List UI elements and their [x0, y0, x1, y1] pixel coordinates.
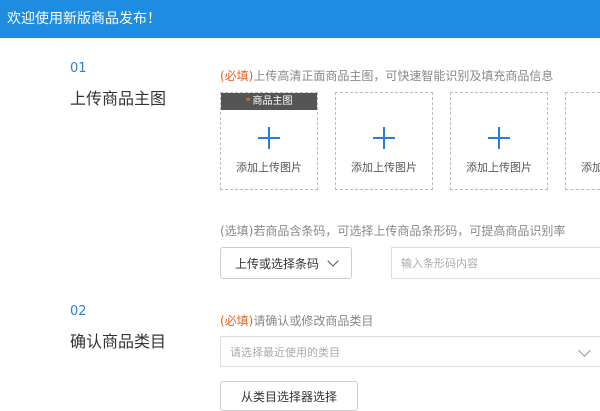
plus-icon — [488, 127, 510, 149]
main-image-tag: * 商品主图 — [221, 93, 317, 110]
step1-hint: (必填)上传高清正面商品主图，可快速智能识别及填充商品信息 — [220, 67, 553, 84]
welcome-banner: 欢迎使用新版商品发布！ — [0, 0, 600, 38]
category-select[interactable]: 请选择最近使用的类目 — [220, 336, 600, 367]
upload-label: 添加上传图片 — [581, 161, 600, 174]
barcode-select-button[interactable]: 上传或选择条码 — [220, 247, 352, 279]
main-image-upload[interactable]: * 商品主图 添加上传图片 — [220, 92, 318, 190]
plus-icon — [258, 127, 280, 149]
chevron-down-icon — [327, 255, 339, 267]
image-upload-4[interactable]: 添加上传图片 — [565, 92, 600, 190]
banner-title: 欢迎使用新版商品发布！ — [7, 11, 161, 27]
step1-title: 上传商品主图 — [70, 89, 167, 108]
category-select-placeholder: 请选择最近使用的类目 — [230, 345, 340, 359]
required-tag: (必填) — [220, 69, 254, 83]
upload-label: 添加上传图片 — [466, 161, 532, 174]
barcode-input[interactable]: 输入条形码内容 — [391, 247, 600, 279]
step1-number: 01 — [70, 61, 87, 76]
barcode-button-label: 上传或选择条码 — [234, 256, 319, 271]
step2-number: 02 — [70, 304, 87, 319]
category-selector-button[interactable]: 从类目选择器选择 — [220, 381, 358, 411]
upload-label: 添加上传图片 — [351, 161, 417, 174]
chevron-down-icon — [578, 344, 591, 357]
image-upload-3[interactable]: 添加上传图片 — [450, 92, 548, 190]
barcode-hint: (选填)若商品含条码，可选择上传商品条形码，可提高商品识别率 — [220, 224, 566, 238]
step2-title: 确认商品类目 — [70, 332, 167, 351]
required-tag: (必填) — [220, 314, 254, 328]
step1-hint-text: 上传高清正面商品主图，可快速智能识别及填充商品信息 — [253, 69, 554, 83]
step2-hint-text: 请确认或修改商品类目 — [253, 314, 374, 328]
upload-label: 添加上传图片 — [236, 161, 302, 174]
required-star: * — [245, 96, 251, 107]
plus-icon — [373, 127, 395, 149]
image-upload-2[interactable]: 添加上传图片 — [335, 92, 433, 190]
step2-hint: (必填)请确认或修改商品类目 — [220, 312, 373, 329]
main-image-tag-label: 商品主图 — [252, 96, 293, 107]
